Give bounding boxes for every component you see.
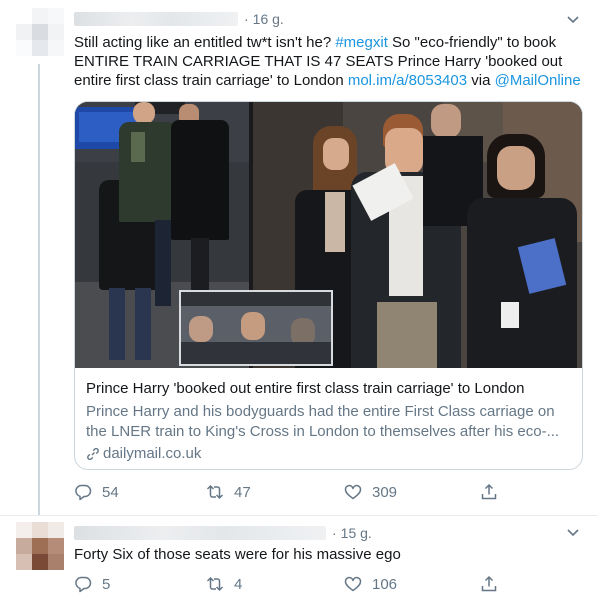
tweet-text-part: via (467, 72, 495, 89)
share-button[interactable] (480, 483, 498, 501)
share-button[interactable] (480, 575, 498, 593)
mention-link[interactable]: @MailOnline (495, 72, 581, 89)
tweet[interactable]: · 15 g. Forty Six of those seats were fo… (0, 515, 598, 604)
like-icon (344, 484, 362, 500)
timestamp[interactable]: 15 g. (341, 525, 372, 541)
card-photo-inset (179, 290, 333, 366)
retweet-button[interactable]: 4 (206, 575, 242, 593)
reply-count: 5 (102, 575, 111, 593)
retweet-icon (206, 484, 224, 500)
tweet-text: Still acting like an entitled tw*t isn't… (74, 33, 584, 90)
like-count: 309 (372, 483, 398, 501)
retweet-count: 47 (234, 483, 251, 501)
card-body: Prince Harry 'booked out entire first cl… (86, 379, 574, 464)
author-name-blurred[interactable] (74, 12, 238, 26)
like-button[interactable]: 309 (344, 483, 397, 501)
reply-icon (75, 576, 92, 593)
caret-down-icon[interactable] (566, 12, 580, 26)
link-card[interactable]: Prince Harry 'booked out entire first cl… (74, 101, 583, 470)
hashtag-link[interactable]: #megxit (335, 34, 388, 51)
tweet-header: · 16 g. (74, 9, 284, 29)
author-name-blurred[interactable] (74, 526, 326, 540)
url-link[interactable]: mol.im/a/8053403 (348, 72, 467, 89)
retweet-button[interactable]: 47 (206, 483, 251, 501)
card-domain[interactable]: dailymail.co.uk (86, 444, 574, 464)
avatar[interactable] (16, 522, 64, 570)
link-icon (87, 447, 99, 461)
tweet-text: Forty Six of those seats were for his ma… (74, 546, 401, 563)
tweet-text-part: Still acting like an entitled tw*t isn't… (74, 34, 336, 51)
reply-button[interactable]: 5 (74, 575, 110, 593)
like-icon (344, 576, 362, 592)
separator-dot: · (244, 11, 249, 27)
caret-down-icon[interactable] (566, 525, 580, 539)
reply-count: 54 (102, 483, 119, 501)
card-title[interactable]: Prince Harry 'booked out entire first cl… (86, 379, 574, 399)
reply-button[interactable]: 54 (74, 483, 119, 501)
retweet-icon (206, 576, 224, 592)
like-button[interactable]: 106 (344, 575, 397, 593)
tweet[interactable]: · 16 g. Still acting like an entitled tw… (0, 0, 598, 515)
thread-line (38, 64, 40, 515)
card-domain-text: dailymail.co.uk (103, 445, 202, 462)
tweet-header: · 15 g. (74, 523, 372, 543)
separator-dot: · (332, 525, 337, 541)
card-description: Prince Harry and his bodyguards had the … (86, 403, 560, 440)
share-icon (481, 483, 497, 500)
timestamp[interactable]: 16 g. (253, 11, 284, 27)
retweet-count: 4 (234, 575, 243, 593)
reply-icon (75, 484, 92, 501)
share-icon (481, 575, 497, 592)
card-image (75, 102, 582, 368)
avatar[interactable] (16, 8, 64, 56)
like-count: 106 (372, 575, 398, 593)
